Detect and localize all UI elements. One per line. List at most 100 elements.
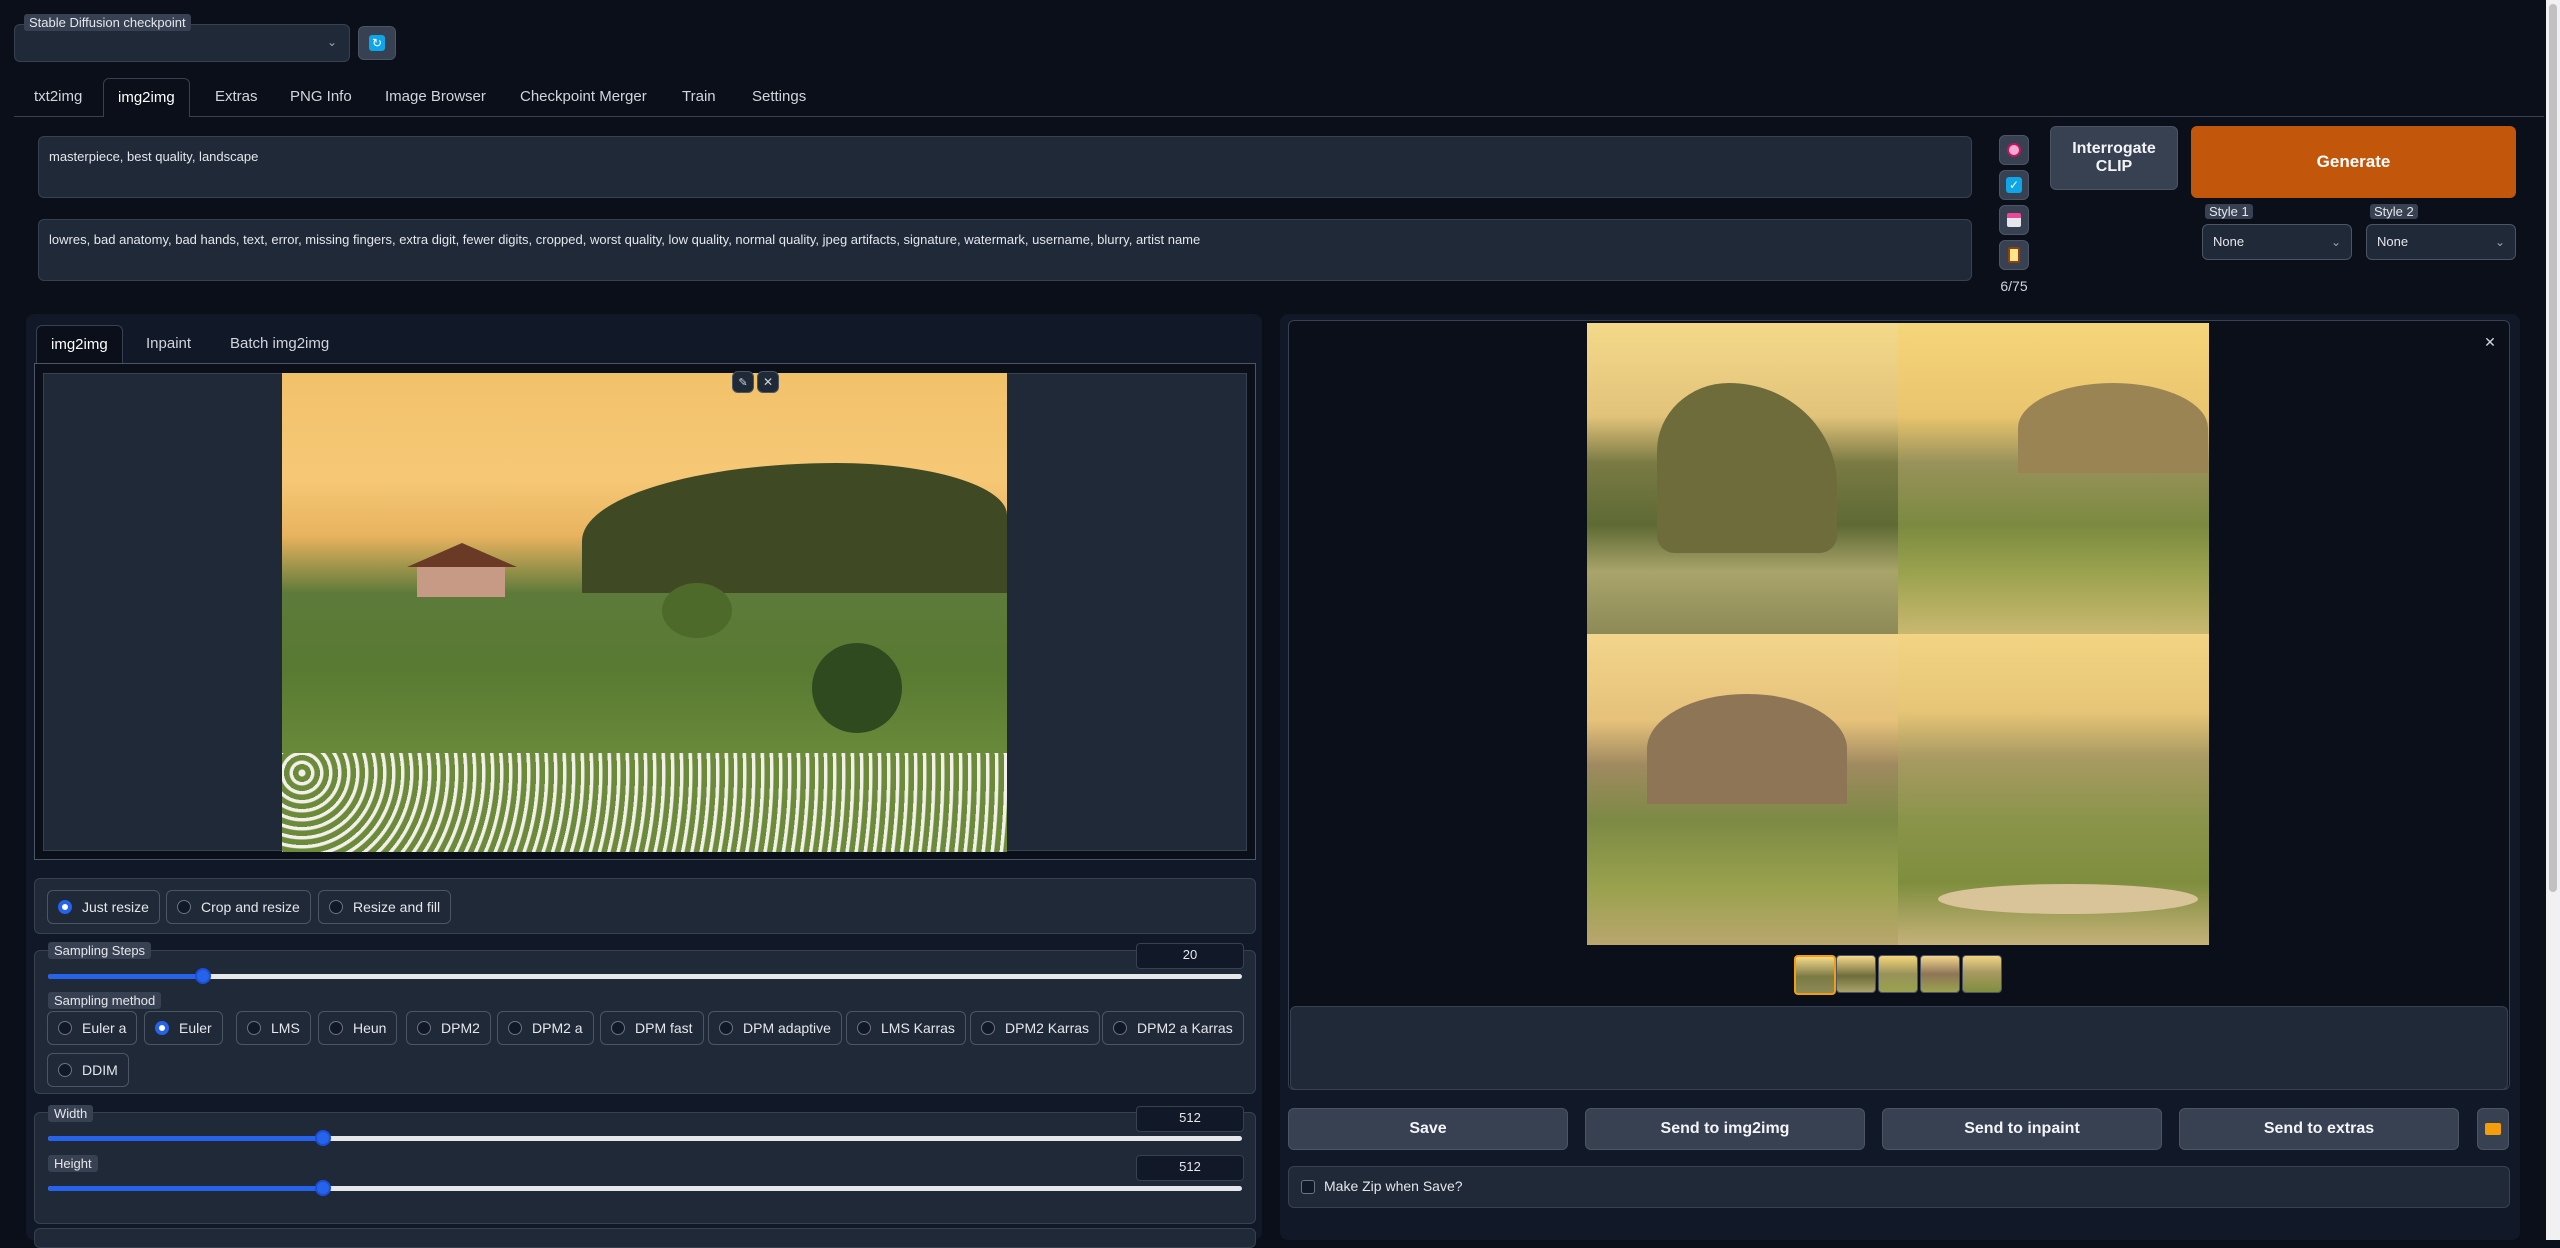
subtab-batch[interactable]: Batch img2img [230, 325, 329, 363]
open-folder-button[interactable] [2477, 1108, 2509, 1150]
resize-crop-and-resize[interactable]: Crop and resize [166, 890, 311, 924]
sampler-dpm2-a-karras[interactable]: DPM2 a Karras [1102, 1011, 1244, 1045]
sampler-dpm2-karras[interactable]: DPM2 Karras [970, 1011, 1101, 1045]
output-image-4[interactable] [1898, 634, 2209, 945]
house-roof [407, 543, 517, 567]
generate-button[interactable]: Generate [2191, 126, 2516, 198]
gallery-thumbnail[interactable] [1878, 955, 1918, 993]
gallery-thumbnail[interactable] [1794, 955, 1836, 995]
page-scrollbar[interactable] [2546, 0, 2560, 1240]
cliff-shape [1657, 383, 1837, 553]
sampler-lms-karras[interactable]: LMS Karras [846, 1011, 966, 1045]
style1-select[interactable]: None ⌄ [2202, 224, 2352, 260]
interrogate-clip-button[interactable]: Interrogate CLIP [2050, 126, 2178, 190]
forest-shape [582, 463, 1007, 593]
tab-image-browser[interactable]: Image Browser [371, 78, 500, 116]
chevron-down-icon: ⌄ [2330, 235, 2341, 249]
close-gallery-button[interactable]: ✕ [2478, 330, 2502, 354]
sampling-steps-input[interactable]: 20 [1136, 943, 1244, 969]
slider-handle[interactable] [314, 1130, 331, 1146]
make-zip-checkbox[interactable] [1301, 1180, 1315, 1194]
clear-image-button[interactable]: ✕ [757, 371, 779, 393]
tab-png-info[interactable]: PNG Info [276, 78, 366, 116]
width-slider[interactable] [48, 1130, 1242, 1146]
send-to-img2img-button[interactable]: Send to img2img [1585, 1108, 1865, 1150]
send-to-extras-button[interactable]: Send to extras [2179, 1108, 2459, 1150]
make-zip-label: Make Zip when Save? [1324, 1178, 1463, 1194]
output-image-1[interactable] [1587, 323, 1898, 634]
width-label: Width [48, 1105, 94, 1122]
input-image[interactable] [282, 373, 1007, 852]
clipboard-button[interactable] [1999, 240, 2029, 270]
sampler-dpm2-a[interactable]: DPM2 a [497, 1011, 594, 1045]
generation-info [1290, 1006, 2508, 1090]
checkpoint-block: Stable Diffusion checkpoint ⌄ [14, 14, 350, 62]
tree-shape [662, 583, 732, 638]
output-image-3[interactable] [1587, 634, 1898, 945]
tab-txt2img[interactable]: txt2img [20, 78, 96, 116]
image-editor[interactable]: ✎ ✕ [34, 363, 1256, 860]
radio-dot [247, 1021, 261, 1035]
tree-shape [812, 643, 902, 733]
gallery-thumbnail[interactable] [1836, 955, 1876, 993]
sampler-dpm-fast[interactable]: DPM fast [600, 1011, 704, 1045]
style2-select[interactable]: None ⌄ [2366, 224, 2516, 260]
tab-settings[interactable]: Settings [738, 78, 820, 116]
sampler-dpm2[interactable]: DPM2 [406, 1011, 491, 1045]
sampler-heun[interactable]: Heun [318, 1011, 398, 1045]
radio-label: Heun [353, 1020, 387, 1036]
dimensions-group [34, 1112, 1256, 1224]
checkbox-icon: ✓ [2006, 177, 2022, 193]
clipboard-icon [2008, 247, 2020, 263]
main-tabs-border [14, 116, 2544, 117]
scrollbar-thumb[interactable] [2549, 4, 2557, 892]
sampling-steps-slider[interactable] [48, 968, 1242, 984]
gallery-thumbnail[interactable] [1962, 955, 2002, 993]
height-input[interactable]: 512 [1136, 1155, 1244, 1181]
paste-style-button[interactable] [1999, 135, 2029, 165]
resize-and-fill[interactable]: Resize and fill [318, 890, 452, 924]
tab-extras[interactable]: Extras [201, 78, 272, 116]
height-slider[interactable] [48, 1180, 1242, 1196]
sampler-dpm-adaptive[interactable]: DPM adaptive [708, 1011, 842, 1045]
refresh-checkpoint-button[interactable]: ↻ [358, 26, 396, 60]
style2-value: None [2377, 234, 2409, 249]
gallery-thumbnail[interactable] [1920, 955, 1960, 993]
radio-dot [719, 1021, 733, 1035]
tab-checkpoint-merger[interactable]: Checkpoint Merger [506, 78, 661, 116]
sampler-euler[interactable]: Euler [144, 1011, 223, 1045]
style2-label: Style 2 [2370, 204, 2418, 219]
save-style-button[interactable] [1999, 205, 2029, 235]
prompt-input[interactable]: masterpiece, best quality, landscape [38, 136, 1972, 198]
hill-shape [2018, 383, 2208, 473]
subtab-img2img[interactable]: img2img [36, 325, 123, 363]
send-to-inpaint-button[interactable]: Send to inpaint [1882, 1108, 2162, 1150]
floppy-disk-icon [2007, 213, 2021, 227]
style1-value: None [2213, 234, 2245, 249]
resize-just-resize[interactable]: Just resize [47, 890, 160, 924]
save-button[interactable]: Save [1288, 1108, 1568, 1150]
edit-image-button[interactable]: ✎ [732, 371, 754, 393]
checkpoint-label: Stable Diffusion checkpoint [24, 14, 191, 31]
gallery-preview[interactable] [1587, 323, 2209, 945]
sampler-euler-a[interactable]: Euler a [47, 1011, 138, 1045]
tab-train[interactable]: Train [668, 78, 730, 116]
read-params-button[interactable]: ✓ [1999, 170, 2029, 200]
radio-label: DPM adaptive [743, 1020, 831, 1036]
tab-img2img[interactable]: img2img [103, 78, 190, 117]
subtab-inpaint[interactable]: Inpaint [146, 325, 191, 363]
slider-handle[interactable] [314, 1180, 331, 1196]
slider-fill [48, 1136, 323, 1141]
sampler-lms[interactable]: LMS [236, 1011, 311, 1045]
sampler-ddim[interactable]: DDIM [47, 1053, 129, 1087]
width-input[interactable]: 512 [1136, 1106, 1244, 1132]
negative-prompt-input[interactable]: lowres, bad anatomy, bad hands, text, er… [38, 219, 1972, 281]
refresh-icon: ↻ [369, 35, 385, 51]
radio-label: LMS [271, 1020, 300, 1036]
radio-label: Euler [179, 1020, 212, 1036]
output-image-2[interactable] [1898, 323, 2209, 634]
radio-label: Crop and resize [201, 899, 300, 915]
radio-dot [1113, 1021, 1127, 1035]
slider-fill [48, 1186, 323, 1191]
chevron-down-icon: ⌄ [2494, 235, 2505, 249]
